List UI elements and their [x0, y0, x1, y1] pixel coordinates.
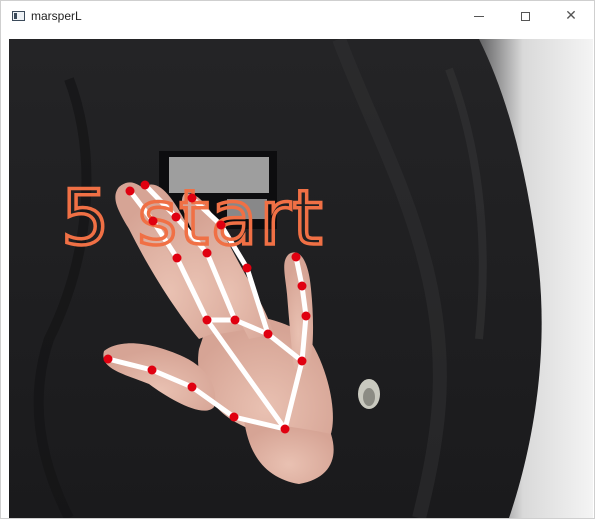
landmark-point	[187, 382, 197, 392]
close-button[interactable]: ✕	[548, 1, 594, 31]
window-title: marsperL	[31, 9, 82, 23]
landmark-point	[125, 186, 135, 196]
landmark-point	[242, 263, 252, 273]
landmark-point	[216, 220, 226, 230]
window-controls: ✕	[456, 1, 594, 31]
landmark-point	[172, 253, 182, 263]
landmark-point	[148, 216, 158, 226]
landmark-point	[147, 365, 157, 375]
close-icon: ✕	[565, 8, 577, 24]
landmark-point	[187, 193, 197, 203]
landmark-point	[301, 311, 311, 321]
minimize-button[interactable]	[456, 1, 502, 31]
camera-view: 5 start	[9, 39, 593, 518]
minimize-icon	[474, 15, 484, 17]
landmark-point	[291, 252, 301, 262]
landmark-point	[171, 212, 181, 222]
landmark-point	[280, 424, 290, 434]
app-window: marsperL ✕ 5 start	[0, 0, 595, 519]
gesture-status-text: 5 start	[61, 173, 325, 262]
landmark-point	[229, 412, 239, 422]
landmark-point	[140, 180, 150, 190]
landmark-point	[297, 281, 307, 291]
maximize-icon	[520, 11, 530, 21]
maximize-button[interactable]	[502, 1, 548, 31]
title-bar[interactable]: marsperL ✕	[1, 1, 594, 31]
hoodie-zipper-pull-shadow	[363, 388, 375, 406]
landmark-point	[230, 315, 240, 325]
landmark-point	[202, 315, 212, 325]
landmark-point	[202, 248, 212, 258]
landmark-point	[297, 356, 307, 366]
landmark-point	[263, 329, 273, 339]
window-app-icon	[12, 11, 25, 21]
landmark-point	[103, 354, 113, 364]
camera-frame: 5 start	[9, 39, 593, 518]
